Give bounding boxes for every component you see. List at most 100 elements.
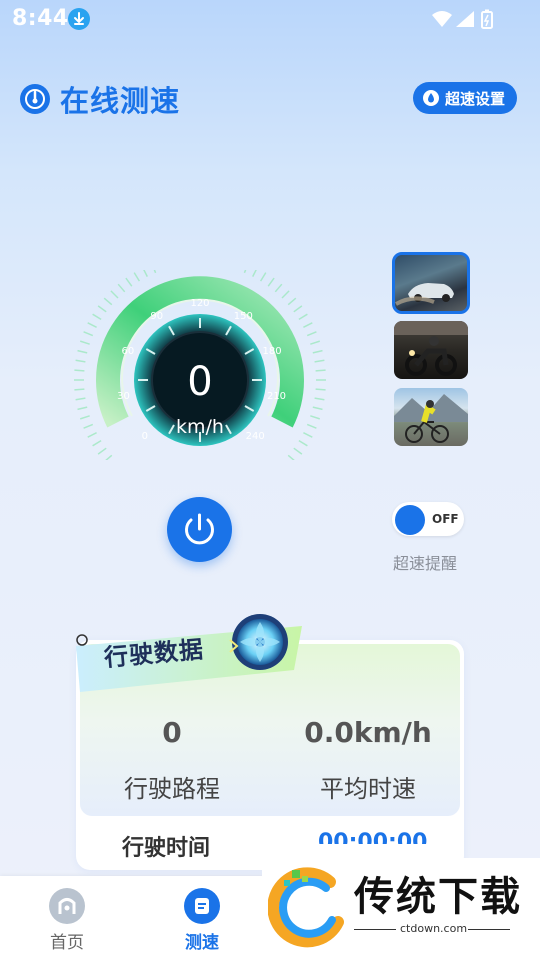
gauge-outer-dash	[103, 454, 113, 463]
distance-value: 0	[162, 716, 182, 749]
speed-value: 0	[187, 359, 212, 405]
gauge-outer-dash	[287, 454, 297, 463]
gauge-outer-dash	[293, 305, 303, 313]
thumb-motorcycle[interactable]	[394, 321, 468, 379]
bicycle-icon	[394, 394, 468, 443]
avg-speed-label: 平均时速	[320, 775, 416, 803]
gauge-outer-dash	[252, 267, 258, 277]
status-time: 8:44	[12, 6, 69, 31]
avg-speed-value: 0.0km/h	[304, 716, 432, 749]
nav-item-speedtest[interactable]: 测速	[172, 888, 232, 953]
drive-time-value: 00:00:00	[318, 830, 428, 844]
gauge-outer-dash	[83, 423, 94, 429]
watermark-divider	[468, 929, 510, 930]
gauge-outer-dash	[274, 283, 283, 293]
gauge-outer-dash	[267, 277, 275, 287]
overspeed-settings-button[interactable]: 超速设置	[412, 82, 517, 114]
gauge-outer-dash	[92, 439, 102, 447]
gauge-outer-dash	[92, 313, 102, 321]
gauge-outer-dash	[97, 305, 107, 313]
speedtest-icon	[184, 888, 220, 924]
page-title: 在线测速	[60, 84, 181, 118]
gauge-outer-dash	[293, 447, 303, 455]
gauge-outer-dash	[259, 272, 267, 282]
fan-icon	[232, 614, 288, 670]
gauge-outer-dash	[287, 297, 297, 306]
start-stop-button[interactable]	[167, 497, 232, 562]
gauge-outer-dash	[77, 406, 88, 411]
battery-icon	[481, 9, 493, 29]
toggle-state: OFF	[432, 512, 459, 526]
gauge-outer-dash	[75, 397, 86, 401]
app-header: 在线测速 超速设置	[0, 72, 540, 128]
watermark-brand: 传统下载	[354, 874, 522, 920]
gauge-tick-label: 150	[234, 311, 253, 322]
gauge-outer-dash	[110, 290, 119, 299]
watermark-logo-icon	[268, 867, 344, 948]
nav-label-speedtest: 测速	[185, 933, 219, 953]
distance-stat: 0 行驶路程	[110, 716, 234, 804]
droplet-icon	[422, 90, 439, 106]
overspeed-alert-label: 超速提醒	[393, 554, 458, 573]
gauge-tick-label: 240	[246, 431, 265, 442]
gauge-outer-dash	[133, 272, 141, 282]
gauge-outer-dash	[103, 297, 113, 306]
distance-label: 行驶路程	[124, 775, 220, 803]
gauge-outer-dash	[310, 340, 321, 345]
gauge-tick-label: 60	[122, 346, 135, 357]
gauge-outer-dash	[79, 415, 90, 420]
vehicle-thumbnails	[392, 252, 470, 455]
gauge-outer-dash	[74, 388, 85, 391]
gauge-outer-dash	[314, 397, 325, 401]
gauge-outer-dash	[79, 340, 90, 345]
motorcycle-icon	[394, 321, 468, 376]
gauge-outer-dash	[315, 369, 326, 372]
speedometer-logo-icon	[20, 84, 50, 114]
gauge-outer-dash	[74, 369, 85, 372]
gauge-outer-dash	[298, 313, 308, 321]
overspeed-alert-toggle[interactable]: OFF	[392, 502, 464, 536]
gauge-outer-dash	[303, 432, 313, 438]
gauge-outer-dash	[310, 415, 321, 420]
power-icon	[185, 513, 214, 545]
watermark: 传统下载 ctdown.com	[262, 858, 540, 960]
gauge-outer-dash	[315, 388, 326, 391]
gauge-outer-dash	[243, 263, 249, 274]
gauge-outer-dash	[77, 349, 88, 354]
gauge-outer-dash	[97, 447, 107, 455]
gauge-tick-label: 30	[117, 391, 130, 402]
nav-label-home: 首页	[50, 933, 84, 953]
nav-item-home[interactable]: 首页	[37, 888, 97, 953]
thumb-bicycle[interactable]	[394, 388, 468, 446]
gauge-outer-dash	[306, 423, 317, 429]
gauge-outer-dash	[298, 439, 308, 447]
status-bar: 8:44	[0, 0, 540, 36]
gauge-outer-dash	[151, 263, 157, 274]
speedometer-gauge: 0 30 60 90 120 150 180 210 240 0 km/h	[70, 254, 330, 470]
gauge-outer-dash	[125, 277, 133, 287]
gauge-tick-label: 90	[150, 311, 163, 322]
avg-speed-stat: 0.0km/h 平均时速	[296, 716, 440, 804]
gauge-outer-dash	[306, 331, 317, 337]
car-icon	[395, 283, 454, 306]
gauge-tick-label: 0	[142, 431, 148, 442]
drive-time-label: 行驶时间	[122, 836, 211, 861]
gauge-tick-label: 120	[190, 298, 209, 309]
gauge-outer-dash	[87, 322, 97, 328]
gauge-outer-dash	[142, 267, 148, 277]
gauge-outer-dash	[281, 290, 290, 299]
gauge-outer-dash	[314, 359, 325, 363]
gauge-outer-dash	[75, 359, 86, 363]
gauge-outer-dash	[303, 322, 313, 328]
status-icons	[430, 8, 500, 34]
speed-unit: km/h	[176, 416, 224, 438]
watermark-divider	[354, 929, 396, 930]
wifi-icon	[432, 11, 452, 27]
gauge-outer-dash	[83, 331, 94, 337]
signal-icon	[456, 11, 474, 27]
overspeed-settings-label: 超速设置	[444, 89, 505, 108]
watermark-domain: ctdown.com	[400, 922, 468, 935]
thumb-car[interactable]	[392, 252, 470, 314]
home-icon	[49, 888, 85, 924]
gauge-tick-label: 180	[263, 346, 282, 357]
